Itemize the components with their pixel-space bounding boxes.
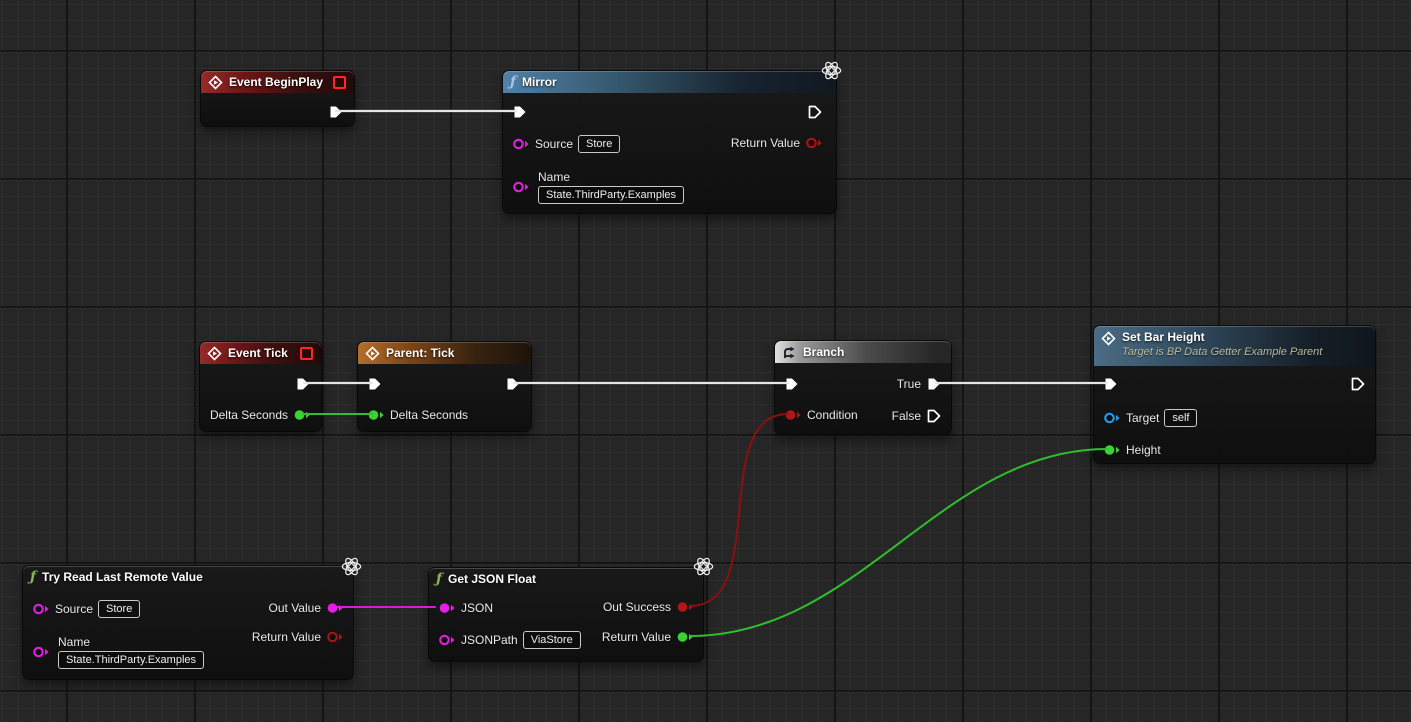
exec-out-pin[interactable]	[1350, 372, 1366, 396]
function-icon: ƒ	[436, 572, 442, 586]
out-success-row: Out Success	[603, 595, 694, 619]
wire-float-returnvalue-height[interactable]	[690, 449, 1107, 636]
return-value-row: Return Value	[252, 625, 344, 649]
function-icon: ƒ	[510, 75, 516, 89]
node-title: Mirror	[522, 75, 828, 89]
false-exec-out-row: False	[892, 404, 942, 428]
exec-pin-icon	[1350, 376, 1366, 392]
name-input-row: Name State.ThirdParty.Examples	[32, 633, 204, 671]
string-pin-icon[interactable]	[438, 633, 456, 647]
true-exec-out-row: True	[897, 372, 942, 396]
source-value-field[interactable]: Store	[578, 135, 620, 153]
node-title: Parent: Tick	[386, 346, 523, 360]
node-set-bar-height[interactable]: Set Bar Height Target is BP Data Getter …	[1093, 325, 1376, 464]
string-pin-icon[interactable]	[512, 137, 530, 151]
event-diamond-icon	[365, 346, 380, 361]
string-pin-icon[interactable]	[438, 601, 456, 615]
pin-label: Out Value	[269, 601, 321, 615]
node-header[interactable]: Set Bar Height Target is BP Data Getter …	[1094, 326, 1375, 366]
target-input-row: Target self	[1103, 406, 1197, 430]
node-event-tick[interactable]: Event Tick Delta Seconds	[199, 341, 322, 432]
atom-icon	[820, 59, 843, 82]
node-get-json-float[interactable]: ƒ Get JSON Float JSON JSONPath ViaStore …	[428, 567, 704, 662]
pin-label: Source	[55, 602, 93, 616]
name-input-row: Name State.ThirdParty.Examples	[512, 168, 684, 206]
pin-label: Delta Seconds	[210, 408, 288, 422]
node-try-read-last-remote-value[interactable]: ƒ Try Read Last Remote Value Source Stor…	[22, 565, 354, 680]
name-value-field[interactable]: State.ThirdParty.Examples	[58, 651, 204, 669]
source-input-row: Source Store	[32, 597, 140, 621]
bool-pin-icon[interactable]	[805, 136, 823, 150]
pin-label: JSON	[461, 601, 493, 615]
pin-label: Name	[58, 635, 90, 649]
node-mirror[interactable]: ƒ Mirror Source Store Return Value Name …	[502, 70, 837, 214]
pin-label: True	[897, 377, 921, 391]
target-value-field[interactable]: self	[1164, 409, 1197, 427]
return-value-row: Return Value	[731, 131, 823, 155]
function-icon: ƒ	[30, 570, 36, 584]
node-header[interactable]: Parent: Tick	[358, 342, 531, 364]
exec-pin-icon	[807, 104, 823, 120]
bool-pin-icon[interactable]	[326, 630, 344, 644]
out-value-row: Out Value	[269, 596, 344, 620]
node-title: Set Bar Height	[1122, 330, 1322, 344]
pin-label: False	[892, 409, 921, 423]
event-override-icon	[333, 76, 346, 89]
object-pin-icon[interactable]	[1103, 411, 1121, 425]
node-title: Event Tick	[228, 346, 294, 360]
node-title: Branch	[803, 345, 943, 359]
atom-icon	[340, 555, 363, 578]
node-parent-tick[interactable]: Parent: Tick Delta Seconds	[357, 341, 532, 432]
return-value-row: Return Value	[602, 625, 694, 649]
height-input-row: Height	[1103, 438, 1161, 462]
condition-input-row: Condition	[784, 403, 858, 427]
node-header[interactable]: ƒ Mirror	[503, 71, 836, 93]
pin-label: Name	[538, 170, 570, 184]
json-input-row: JSON	[438, 596, 493, 620]
pin-label: JSONPath	[461, 633, 518, 647]
exec-out-pin[interactable]	[807, 100, 823, 124]
pin-label: Target	[1126, 411, 1159, 425]
node-branch[interactable]: Branch True Condition False	[774, 340, 952, 435]
blueprint-graph-canvas[interactable]: Event BeginPlay ƒ Mirror Source Store Re…	[0, 0, 1411, 722]
string-pin-icon[interactable]	[512, 180, 530, 194]
branch-fork-icon	[782, 345, 797, 360]
delta-seconds-in-row: Delta Seconds	[367, 403, 468, 427]
float-pin-icon[interactable]	[676, 630, 694, 644]
event-diamond-icon	[208, 75, 223, 90]
event-override-icon	[300, 347, 313, 360]
delta-seconds-out-row: Delta Seconds	[210, 403, 311, 427]
event-diamond-icon	[207, 346, 222, 361]
string-pin-icon[interactable]	[32, 645, 50, 659]
node-title: Event BeginPlay	[229, 75, 327, 89]
source-value-field[interactable]: Store	[98, 600, 140, 618]
jsonpath-value-field[interactable]: ViaStore	[523, 631, 581, 649]
name-value-field[interactable]: State.ThirdParty.Examples	[538, 186, 684, 204]
pin-label: Return Value	[731, 136, 800, 150]
jsonpath-input-row: JSONPath ViaStore	[438, 628, 581, 652]
node-header[interactable]: Event Tick	[200, 342, 321, 364]
node-header[interactable]: ƒ Get JSON Float	[429, 568, 703, 590]
node-subtitle: Target is BP Data Getter Example Parent	[1122, 345, 1322, 359]
node-header[interactable]: Branch	[775, 341, 951, 363]
exec-pin-icon[interactable]	[926, 408, 942, 424]
node-title: Try Read Last Remote Value	[42, 570, 345, 584]
atom-icon	[692, 555, 715, 578]
node-title: Get JSON Float	[448, 572, 695, 586]
string-pin-icon[interactable]	[32, 602, 50, 616]
pin-label: Source	[535, 137, 573, 151]
pin-label: Return Value	[602, 630, 671, 644]
pin-label: Out Success	[603, 600, 671, 614]
pin-label: Height	[1126, 443, 1161, 457]
event-diamond-icon	[1101, 331, 1116, 346]
pin-label: Delta Seconds	[390, 408, 468, 422]
node-event-beginplay[interactable]: Event BeginPlay	[200, 70, 355, 127]
node-header[interactable]: ƒ Try Read Last Remote Value	[23, 566, 353, 588]
pin-label: Return Value	[252, 630, 321, 644]
node-header[interactable]: Event BeginPlay	[201, 71, 354, 93]
source-input-row: Source Store	[512, 132, 620, 156]
bool-pin-icon[interactable]	[676, 600, 694, 614]
pin-label: Condition	[807, 408, 858, 422]
